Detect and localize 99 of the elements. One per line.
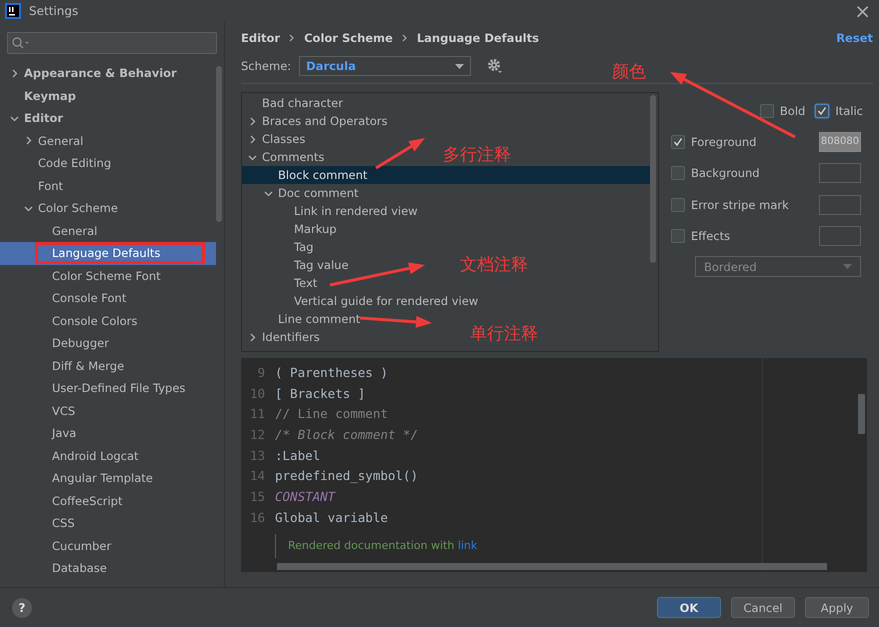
sidebar-item[interactable]: Color Scheme Font (0, 264, 216, 287)
checkbox[interactable] (671, 198, 685, 212)
scheme-dropdown[interactable]: Darcula (299, 56, 472, 76)
tree-item[interactable]: Braces and Operators (242, 112, 392, 130)
checkbox[interactable] (815, 104, 830, 118)
settings-icon[interactable] (487, 58, 504, 74)
sidebar-item[interactable]: General (0, 220, 216, 242)
code-line: predefined_symbol() (275, 468, 418, 484)
sidebar-item[interactable]: Angular Template (0, 467, 216, 490)
bold-label: Bold (780, 104, 806, 118)
sidebar-item[interactable]: User-Defined File Types (0, 377, 216, 400)
checkbox[interactable] (671, 229, 685, 244)
annotation-arrow (375, 138, 425, 170)
code-line: :Label (275, 448, 320, 463)
line-number: 10 (248, 386, 265, 401)
sidebar-item[interactable]: Android Logcat (0, 444, 216, 467)
sidebar-item[interactable]: Console Colors (0, 310, 216, 332)
annotation-label: 颜色 (612, 61, 646, 83)
code-line: Global variable (275, 510, 388, 525)
annotation-label: 文档注释 (460, 254, 528, 276)
sidebar-item[interactable]: Color Scheme (0, 197, 216, 220)
app-logo-icon (5, 3, 21, 19)
scrollbar[interactable] (650, 95, 656, 263)
line-number: 13 (248, 448, 265, 463)
separator-icon (402, 34, 408, 42)
breadcrumb-item[interactable]: Color Scheme (304, 31, 393, 45)
sidebar-item[interactable]: Cucumber (0, 534, 216, 557)
color-swatch[interactable] (819, 226, 861, 246)
line-number: 12 (248, 426, 265, 442)
sidebar-item[interactable]: General (0, 130, 216, 152)
color-swatch[interactable] (819, 163, 861, 184)
caret-icon (455, 64, 464, 68)
sidebar-item[interactable]: VCS (0, 400, 216, 422)
sidebar-item[interactable]: Code Editing (0, 152, 216, 174)
tree-item[interactable]: Comments (242, 148, 328, 166)
separator-icon (289, 34, 296, 42)
sidebar-item[interactable]: Debugger (0, 332, 216, 354)
tree-item[interactable]: Doc comment (242, 184, 363, 202)
code-line: CONSTANT (275, 488, 336, 504)
tree-item[interactable]: Vertical guide for rendered view (242, 292, 482, 310)
sidebar-item[interactable]: Font (0, 174, 216, 197)
code-line: // Line comment (275, 406, 388, 422)
checkbox[interactable] (760, 104, 774, 118)
line-number: 16 (248, 510, 265, 525)
sidebar-item[interactable]: CSS (0, 512, 216, 534)
breadcrumb-item[interactable]: Editor (241, 31, 280, 45)
scrollbar[interactable] (858, 394, 865, 434)
sidebar-item[interactable]: Java (0, 422, 216, 444)
tree-item[interactable]: Classes (242, 130, 310, 148)
annotation-label: 单行注释 (470, 323, 538, 345)
tree-item[interactable]: Block comment (242, 166, 652, 184)
sidebar-item[interactable]: Console Font (0, 287, 216, 310)
help-button[interactable]: ? (12, 598, 32, 618)
checkbox[interactable] (671, 166, 685, 180)
tree-item[interactable]: Bad character (242, 94, 347, 112)
sidebar-item[interactable]: Database (0, 557, 216, 580)
italic-label: Italic (835, 104, 863, 118)
scrollbar[interactable] (216, 66, 222, 222)
option-label: Foreground (691, 134, 758, 149)
window-title: Settings (29, 4, 80, 18)
sidebar-item[interactable]: CoffeeScript (0, 490, 216, 512)
dialog-button[interactable]: Cancel (731, 597, 795, 618)
color-swatch[interactable] (819, 194, 861, 215)
sidebar-item[interactable]: Editor (0, 107, 216, 130)
tree-item[interactable]: Identifiers (242, 328, 324, 346)
option-label: Effects (691, 229, 732, 244)
tree-item[interactable]: Tag (242, 238, 318, 256)
line-number: 9 (256, 364, 265, 380)
close-button[interactable]: × (854, 1, 871, 21)
doc-link[interactable]: link (458, 539, 478, 552)
sidebar-item[interactable]: Diff & Merge (0, 354, 216, 377)
line-number: 15 (248, 488, 265, 504)
option-label: Error stripe mark (691, 198, 790, 212)
code-line: [ Brackets ] (275, 386, 366, 401)
dialog-button[interactable]: Apply (805, 597, 869, 618)
sidebar-item[interactable]: Keymap (0, 84, 216, 107)
line-number: 11 (248, 406, 265, 422)
line-number: 14 (248, 468, 265, 484)
sidebar-item[interactable]: Appearance & Behavior (0, 62, 216, 84)
search-icon (12, 37, 30, 49)
dialog-button[interactable]: OK (657, 597, 721, 618)
code-line: ( Parentheses ) (275, 364, 388, 380)
search-field[interactable] (7, 32, 217, 54)
annotation-label: 多行注释 (443, 144, 511, 166)
sidebar-item[interactable]: Language Defaults (0, 242, 216, 264)
tree-item[interactable]: Tag value (242, 256, 353, 274)
tree-item[interactable]: Link in rendered view (242, 202, 422, 220)
tree-item[interactable]: Line comment (242, 310, 364, 328)
scrollbar[interactable] (277, 563, 827, 570)
reset-link[interactable]: Reset (836, 31, 873, 45)
tree-item[interactable]: Text (242, 274, 322, 292)
checkbox[interactable] (671, 134, 685, 149)
code-line: /* Block comment */ (275, 426, 418, 442)
scheme-label: Scheme: (241, 59, 292, 73)
breadcrumb-item[interactable]: Language Defaults (416, 31, 539, 45)
caret-icon (843, 264, 852, 269)
doc-text: Rendered documentation with link (288, 539, 478, 552)
option-label: Background (691, 166, 761, 180)
tree-item[interactable]: Markup (242, 220, 341, 238)
